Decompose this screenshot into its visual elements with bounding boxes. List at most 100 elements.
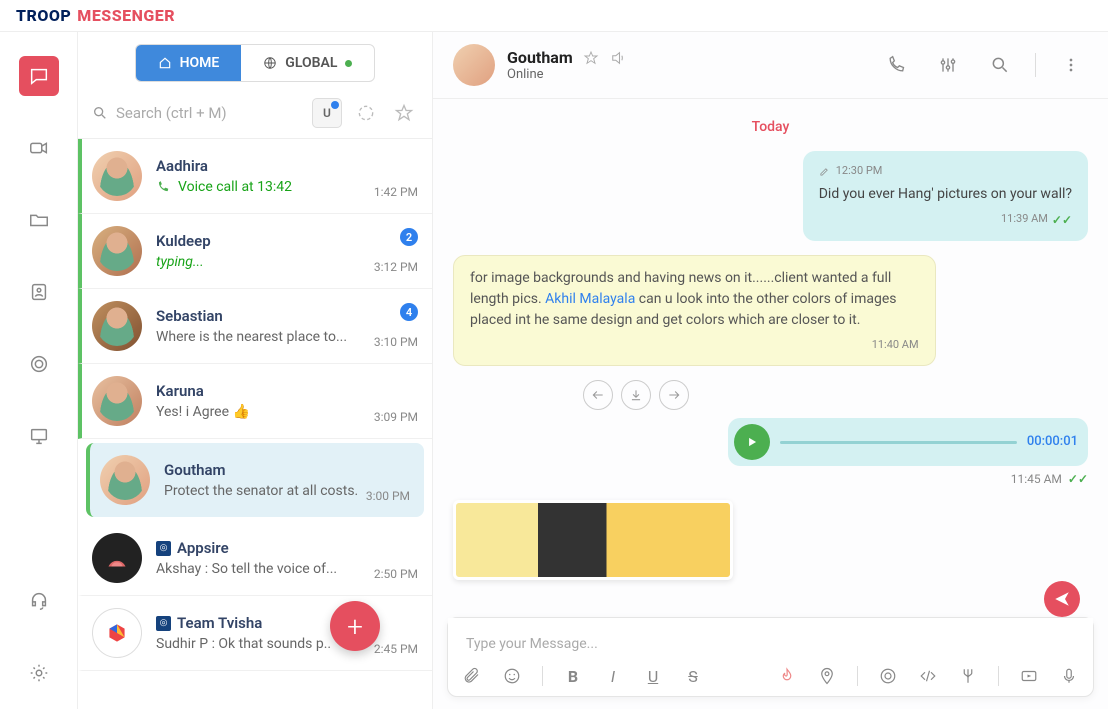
global-status-dot (345, 60, 352, 67)
group-badge-icon: ◎ (156, 541, 171, 556)
speaker-icon[interactable] (609, 49, 627, 67)
tab-home-label: HOME (180, 55, 220, 71)
avatar (92, 151, 142, 201)
refresh-icon[interactable] (352, 99, 380, 127)
message-time: 11:40 AM (872, 337, 919, 354)
search-icon (92, 104, 108, 122)
read-ticks-icon: ✓✓ (1068, 472, 1088, 486)
brand-messenger: MESSENGER (77, 6, 175, 25)
location-icon[interactable] (817, 666, 837, 686)
star-icon[interactable] (583, 50, 599, 66)
header-avatar[interactable] (453, 44, 495, 86)
sidebar: HOME GLOBAL U (78, 32, 433, 709)
fab-new-chat[interactable]: + (330, 601, 380, 651)
chat-name: Goutham (164, 461, 410, 479)
unread-filter-button[interactable]: U (312, 98, 342, 128)
record-icon[interactable] (878, 666, 898, 686)
unread-dot (331, 101, 339, 109)
date-separator: Today (453, 119, 1088, 135)
chat-name: Karuna (156, 382, 418, 400)
burn-icon[interactable] (777, 666, 797, 686)
rail-video-icon[interactable] (19, 128, 59, 168)
more-menu-icon[interactable] (1054, 48, 1088, 82)
strikethrough-icon[interactable]: S (683, 666, 703, 686)
chat-item-aadhira[interactable]: Aadhira Voice call at 13:42 1:42 PM (78, 139, 432, 214)
chat-time: 3:00 PM (366, 489, 410, 503)
messages-area: Today 12:30 PM Did you ever Hang' pictur… (433, 99, 1108, 609)
rail-settings-icon[interactable] (19, 653, 59, 693)
avatar (100, 455, 150, 505)
audio-message[interactable]: 00:00:01 (728, 418, 1088, 466)
read-ticks-icon: ✓✓ (1052, 211, 1072, 229)
rail-circle-icon[interactable] (19, 344, 59, 384)
favorite-filter-icon[interactable] (390, 99, 418, 127)
tab-global-label: GLOBAL (285, 55, 337, 71)
mic-icon[interactable] (1059, 666, 1079, 686)
chat-time: 2:50 PM (374, 567, 418, 581)
compose-input[interactable] (448, 618, 1093, 658)
forward-icon[interactable] (659, 380, 689, 410)
thumbs-up-icon: 👍 (233, 404, 250, 420)
divider (1035, 53, 1036, 77)
chat-item-sebastian[interactable]: Sebastian Where is the nearest place to.… (78, 289, 432, 364)
chat-time: 3:10 PM (374, 335, 418, 349)
emoji-icon[interactable] (502, 666, 522, 686)
audio-waveform[interactable] (780, 441, 1017, 444)
chat-time: 1:42 PM (374, 185, 418, 199)
chat-item-appsire[interactable]: ◎ Appsire Akshay : So tell the voice of.… (78, 521, 432, 596)
chat-item-goutham[interactable]: Goutham Protect the senator at all costs… (86, 443, 424, 517)
rail-chat-icon[interactable] (19, 56, 59, 96)
rail-monitor-icon[interactable] (19, 416, 59, 456)
settings-sliders-icon[interactable] (931, 48, 965, 82)
chat-name: Appsire (177, 539, 229, 557)
italic-icon[interactable]: I (603, 666, 623, 686)
message-time: 11:39 AM (1001, 211, 1048, 228)
group-badge-icon: ◎ (156, 616, 171, 631)
audio-duration: 00:00:01 (1027, 432, 1078, 452)
chat-item-karuna[interactable]: Karuna Yes! i Agree 👍 3:09 PM (78, 364, 432, 439)
rail-headset-icon[interactable] (19, 581, 59, 621)
code-icon[interactable] (918, 666, 938, 686)
unread-badge: 2 (400, 228, 418, 246)
underline-icon[interactable]: U (643, 666, 663, 686)
avatar (92, 226, 142, 276)
rail-contacts-icon[interactable] (19, 272, 59, 312)
send-button[interactable] (1044, 581, 1080, 617)
call-button[interactable] (879, 48, 913, 82)
chat-time: 3:12 PM (374, 260, 418, 274)
tab-home[interactable]: HOME (136, 45, 242, 81)
avatar (92, 376, 142, 426)
edit-icon (819, 166, 830, 177)
image-attachment[interactable] (453, 500, 733, 580)
rail-folder-icon[interactable] (19, 200, 59, 240)
download-icon[interactable] (621, 380, 651, 410)
mention-link[interactable]: Akhil Malayala (545, 291, 635, 307)
chat-pane: Goutham Online (433, 32, 1108, 709)
tab-global[interactable]: GLOBAL (241, 45, 374, 81)
attach-icon[interactable] (462, 666, 482, 686)
nav-rail (0, 32, 78, 709)
avatar (92, 608, 142, 658)
forkout-icon[interactable] (958, 666, 978, 686)
search-conversation-icon[interactable] (983, 48, 1017, 82)
brand-troop: TROOP (16, 6, 71, 25)
header-status: Online (507, 67, 879, 82)
reply-back-icon[interactable] (583, 380, 613, 410)
video-message-icon[interactable] (1019, 666, 1039, 686)
bold-icon[interactable]: B (563, 666, 583, 686)
chat-item-team-tvisha[interactable]: ◎ Team Tvisha Sudhir P : Ok that sounds … (78, 596, 432, 671)
chat-time: 2:45 PM (374, 642, 418, 656)
call-icon (156, 180, 170, 194)
message-incoming[interactable]: for image backgrounds and having news on… (453, 255, 936, 367)
chat-item-kuldeep[interactable]: Kuldeep typing... 2 3:12 PM (78, 214, 432, 289)
header-name: Goutham (507, 48, 573, 67)
message-text: Did you ever Hang' pictures on your wall… (819, 186, 1072, 202)
chat-header: Goutham Online (433, 32, 1108, 99)
view-tab-group: HOME GLOBAL (135, 44, 376, 82)
chat-name: Aadhira (156, 157, 418, 175)
play-button[interactable] (734, 424, 770, 460)
search-input[interactable] (116, 104, 302, 122)
message-outgoing[interactable]: 12:30 PM Did you ever Hang' pictures on … (803, 151, 1088, 241)
chat-name: Sebastian (156, 307, 418, 325)
message-composer: B I U S (447, 617, 1094, 697)
